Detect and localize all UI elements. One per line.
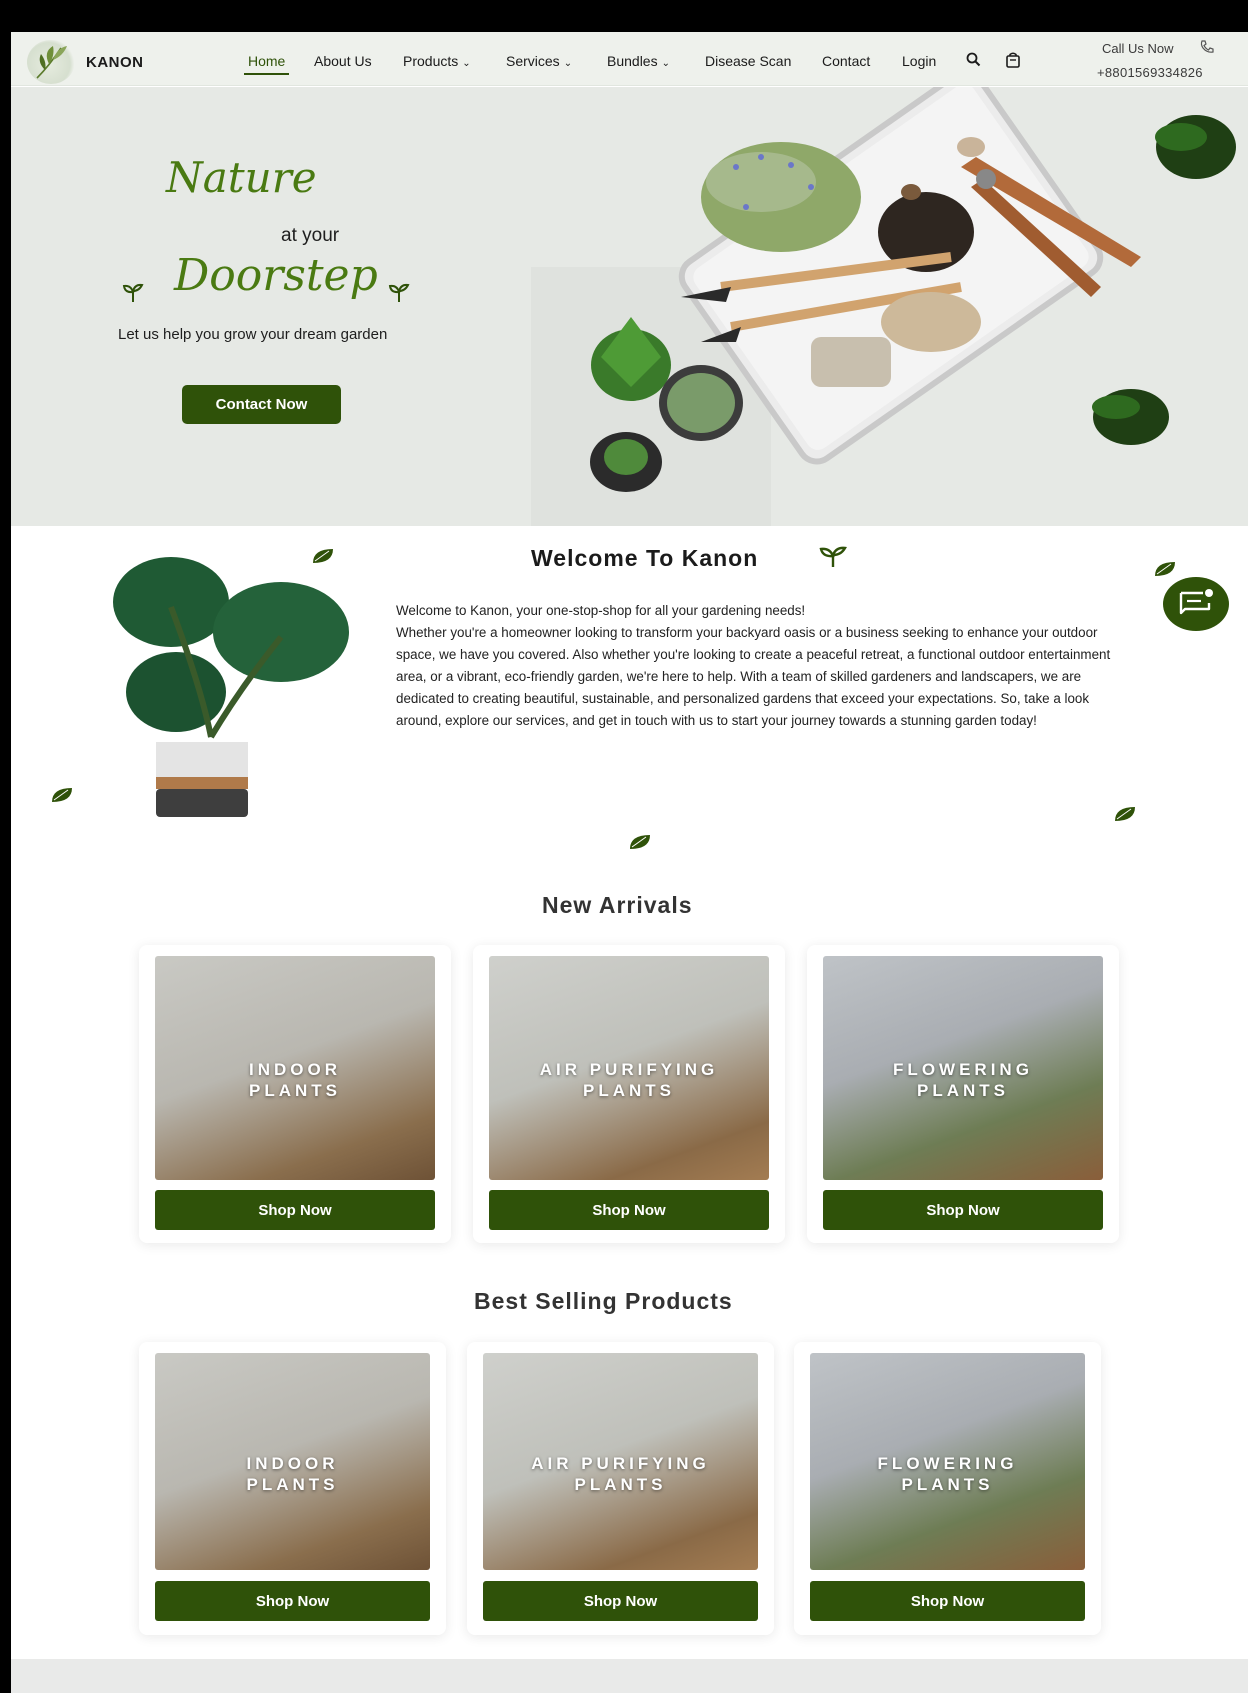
welcome-text: Welcome to Kanon, your one-stop-shop for… (396, 600, 1136, 732)
chat-button[interactable] (1163, 577, 1229, 631)
page-frame: KANON Home About Us Products ⌄ Services ⌄ … (11, 32, 1248, 1693)
hero-title-nature: Nature (166, 153, 317, 202)
leaf-icon (628, 833, 652, 851)
leaf-icon (1113, 805, 1137, 823)
footer-strip (11, 1659, 1248, 1693)
hero-tagline: Let us help you grow your dream garden (118, 326, 388, 343)
shop-now-button[interactable]: Shop Now (823, 1190, 1103, 1230)
hero-banner: Nature at your Doorstep Let us help you … (11, 87, 1248, 526)
hero-title-doorstep: Doorstep (174, 250, 378, 301)
product-card: AIR PURIFYING PLANTS Shop Now (467, 1342, 774, 1635)
card-label-line2: PLANTS (249, 1081, 341, 1101)
nav-about-us[interactable]: About Us (314, 53, 372, 69)
indoor-plants-image[interactable]: INDOOR PLANTS (155, 1353, 430, 1570)
card-label-line1: AIR PURIFYING (531, 1453, 710, 1473)
monstera-plant-image (113, 557, 349, 817)
shop-now-button[interactable]: Shop Now (155, 1190, 435, 1230)
air-purifying-plants-image[interactable]: AIR PURIFYING PLANTS (489, 956, 769, 1180)
air-purifying-plants-image[interactable]: AIR PURIFYING PLANTS (483, 1353, 758, 1570)
card-label-line2: PLANTS (574, 1474, 667, 1494)
contact-now-button[interactable]: Contact Now (182, 385, 341, 424)
search-icon[interactable] (964, 50, 984, 70)
shop-now-button[interactable]: Shop Now (810, 1581, 1085, 1621)
garden-tools-image (531, 87, 1236, 526)
card-label-line2: PLANTS (901, 1474, 994, 1494)
leaf-icon (1153, 560, 1177, 578)
product-card: AIR PURIFYING PLANTS Shop Now (473, 945, 785, 1243)
chevron-down-icon: ⌄ (563, 58, 573, 69)
chevron-down-icon: ⌄ (462, 58, 471, 69)
logo-icon[interactable] (27, 40, 75, 84)
call-number[interactable]: +8801569334826 (1097, 65, 1203, 80)
card-label-line2: PLANTS (583, 1081, 675, 1101)
card-label-line1: INDOOR (246, 1453, 339, 1473)
leaf-icon (50, 786, 74, 804)
hero-title-at-your: at your (281, 225, 340, 246)
product-card: FLOWERING PLANTS Shop Now (794, 1342, 1101, 1635)
nav-products-label: Products (403, 53, 459, 69)
call-us-label: Call Us Now (1102, 41, 1174, 56)
sprout-icon (387, 280, 411, 304)
welcome-title: Welcome To Kanon (531, 545, 759, 571)
nav-bundles-label: Bundles (607, 53, 658, 69)
nav-products[interactable]: Products ⌄ (403, 53, 471, 69)
sprout-icon (818, 545, 848, 569)
nav-disease-scan[interactable]: Disease Scan (705, 53, 791, 69)
chevron-down-icon: ⌄ (661, 58, 670, 69)
nav-login[interactable]: Login (902, 53, 936, 69)
card-label-line2: PLANTS (917, 1081, 1009, 1101)
shop-now-button[interactable]: Shop Now (489, 1190, 769, 1230)
sprout-icon (121, 280, 145, 304)
shop-now-button[interactable]: Shop Now (483, 1581, 758, 1621)
card-label-line2: PLANTS (246, 1474, 339, 1494)
card-label-line1: AIR PURIFYING (539, 1060, 719, 1080)
nav-services-label: Services (506, 53, 560, 69)
card-label-line1: FLOWERING (893, 1060, 1033, 1080)
card-label-line1: INDOOR (249, 1060, 341, 1080)
best-selling-title: Best Selling Products (474, 1288, 733, 1314)
shopping-bag-icon[interactable] (1003, 50, 1023, 70)
nav-contact[interactable]: Contact (822, 53, 870, 69)
leaf-icon (311, 547, 335, 565)
indoor-plants-image[interactable]: INDOOR PLANTS (155, 956, 435, 1180)
welcome-paragraph: Whether you're a homeowner looking to tr… (396, 625, 1111, 728)
chat-icon (1179, 589, 1213, 615)
top-navigation: KANON Home About Us Products ⌄ Services ⌄ … (11, 32, 1248, 86)
flowering-plants-image[interactable]: FLOWERING PLANTS (823, 956, 1103, 1180)
new-arrivals-title: New Arrivals (542, 892, 693, 918)
nav-services[interactable]: Services ⌄ (506, 53, 572, 69)
welcome-intro: Welcome to Kanon, your one-stop-shop for… (396, 603, 806, 618)
shop-now-button[interactable]: Shop Now (155, 1581, 430, 1621)
flowering-plants-image[interactable]: FLOWERING PLANTS (810, 1353, 1085, 1570)
brand-name[interactable]: KANON (86, 54, 144, 71)
product-card: INDOOR PLANTS Shop Now (139, 1342, 446, 1635)
product-card: FLOWERING PLANTS Shop Now (807, 945, 1119, 1243)
product-card: INDOOR PLANTS Shop Now (139, 945, 451, 1243)
phone-icon[interactable] (1199, 39, 1215, 55)
nav-bundles[interactable]: Bundles ⌄ (607, 53, 670, 69)
nav-home[interactable]: Home (243, 53, 290, 75)
card-label-line1: FLOWERING (877, 1453, 1018, 1473)
